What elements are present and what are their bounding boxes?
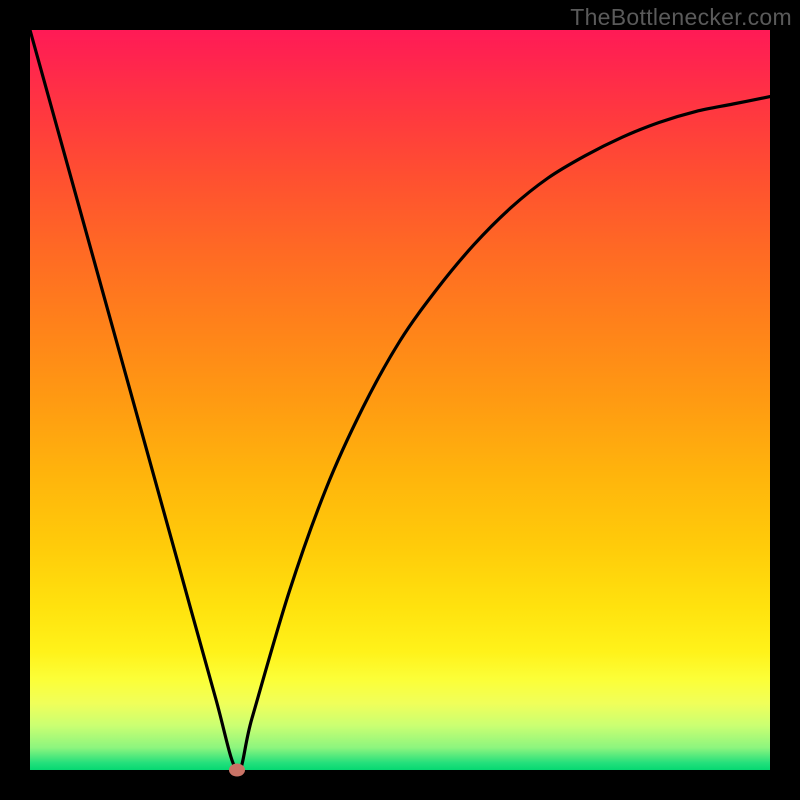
bottleneck-curve	[30, 30, 770, 770]
minimum-marker	[229, 764, 245, 777]
attribution-text: TheBottlenecker.com	[570, 4, 792, 31]
chart-frame: TheBottlenecker.com	[0, 0, 800, 800]
plot-area	[30, 30, 770, 770]
